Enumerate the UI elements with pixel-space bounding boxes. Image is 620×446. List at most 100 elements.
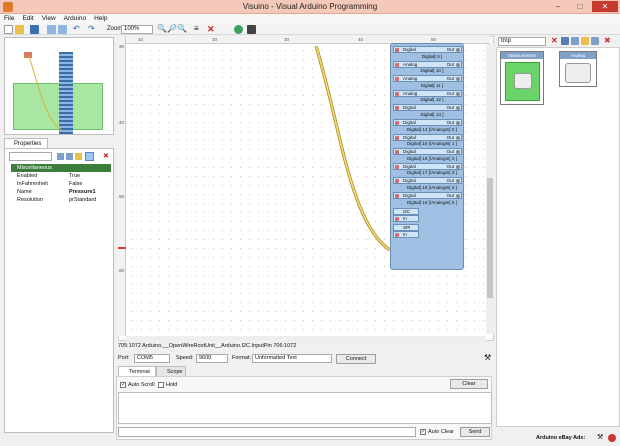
output-pin-icon[interactable]	[456, 106, 460, 111]
output-pin-icon[interactable]	[456, 91, 460, 96]
output-pin-icon[interactable]	[456, 164, 460, 169]
auto-clear-checkbox[interactable]: ✓	[420, 429, 426, 435]
input-pin-icon[interactable]	[395, 121, 399, 125]
undo-icon[interactable]: ↶	[73, 25, 82, 34]
sort-icon[interactable]	[75, 153, 82, 160]
arduino-component[interactable]: Digital Out Digital[ 9 ] Analog Out Digital[ …	[390, 43, 464, 270]
new-file-icon[interactable]	[4, 25, 13, 34]
open-folder-icon[interactable]	[15, 25, 24, 34]
input-pin-icon[interactable]	[395, 232, 399, 237]
digital-pin-row[interactable]: Digital Out	[393, 104, 462, 112]
properties-search[interactable]	[9, 152, 52, 161]
output-pin-icon[interactable]	[456, 77, 460, 82]
collapse-icon[interactable]	[66, 153, 73, 160]
zoom-select[interactable]: 100%	[121, 25, 153, 34]
pin-panel-icon[interactable]: ✖	[604, 37, 612, 45]
ads-tools-icon[interactable]: ⚒	[597, 434, 605, 442]
minimize-button[interactable]: –	[548, 1, 568, 12]
menu-help[interactable]: Help	[90, 14, 111, 22]
output-pin-icon[interactable]	[456, 194, 460, 198]
digital-pin-row[interactable]: Digital Out	[393, 177, 462, 185]
digital-pin-row[interactable]: Digital Out	[393, 46, 462, 53]
format-select[interactable]: Unformatted Text	[252, 354, 332, 363]
menu-file[interactable]: File	[0, 14, 18, 22]
zoom-in-icon[interactable]: 🔍	[157, 25, 167, 34]
input-pin-icon[interactable]	[395, 164, 399, 169]
component-slot[interactable]	[505, 62, 540, 101]
terminal-input[interactable]	[118, 427, 416, 437]
thermometer-component-icon[interactable]	[514, 73, 532, 89]
property-value[interactable]: prStandard	[69, 196, 96, 204]
component-search-input[interactable]: tmp	[498, 37, 546, 46]
zoom-out-icon[interactable]: 🔎	[167, 25, 177, 34]
output-pin-icon[interactable]	[456, 62, 460, 67]
speed-select[interactable]: 9600	[196, 354, 228, 363]
navigator-preview[interactable]	[4, 37, 114, 135]
output-pin-icon[interactable]	[456, 150, 460, 155]
input-pin-icon[interactable]	[395, 106, 399, 111]
tab-terminal[interactable]: Terminal	[118, 366, 156, 376]
output-pin-icon[interactable]	[456, 121, 460, 125]
i2c-pin[interactable]: I2C	[393, 207, 419, 215]
auto-scroll-checkbox[interactable]: ✓	[120, 382, 126, 388]
expand-all-icon[interactable]	[571, 37, 579, 45]
input-pin-icon[interactable]	[395, 194, 399, 198]
collapse-all-icon[interactable]	[591, 37, 599, 45]
layout-icon[interactable]	[47, 25, 56, 34]
layout-grid-icon[interactable]	[58, 25, 67, 34]
property-row-enabled[interactable]: Enabled True	[11, 172, 111, 180]
input-pin-icon[interactable]	[395, 91, 399, 96]
output-pin-icon[interactable]	[456, 179, 460, 184]
property-row-resolution[interactable]: Resolution prStandard	[11, 196, 111, 204]
expand-icon[interactable]	[57, 153, 64, 160]
digital-pin-row[interactable]: Digital Out	[393, 148, 462, 156]
input-pin-icon[interactable]	[395, 77, 399, 82]
compile-icon[interactable]	[234, 25, 243, 34]
connect-button[interactable]: Connect	[336, 354, 376, 364]
property-category[interactable]: Miscellaneous	[11, 164, 111, 172]
category-measurement[interactable]: Measurement	[500, 51, 544, 105]
spi-pin[interactable]: SPI	[393, 223, 419, 231]
spi-pin-in[interactable]: In	[393, 230, 419, 238]
input-pin-icon[interactable]	[395, 62, 399, 67]
save-icon[interactable]	[30, 25, 39, 34]
properties-tab[interactable]: Properties	[4, 138, 48, 148]
input-pin-icon[interactable]	[395, 216, 399, 221]
property-row-infahrenheit[interactable]: InFahrenheit False	[11, 180, 111, 188]
digital-pin-row[interactable]: Digital Out	[393, 162, 462, 170]
i2c-pin-in[interactable]: In	[393, 214, 419, 222]
property-row-name[interactable]: Name Pressure1	[11, 188, 111, 196]
maximize-button[interactable]: □	[570, 1, 590, 12]
horizontal-scrollbar[interactable]	[126, 336, 486, 341]
folder-icon[interactable]	[581, 37, 589, 45]
delete-icon[interactable]: ✕	[207, 25, 216, 34]
close-button[interactable]: ✕	[592, 1, 618, 12]
hold-checkbox[interactable]	[158, 382, 164, 388]
board-icon[interactable]	[247, 25, 256, 34]
terminal-output[interactable]	[118, 392, 492, 424]
property-value[interactable]: Pressure1	[69, 188, 96, 196]
filter-icon[interactable]	[561, 37, 569, 45]
digital-pin-row[interactable]: Analog Out	[393, 75, 462, 83]
send-button[interactable]: Send	[460, 427, 490, 437]
digital-pin-row[interactable]: Analog Out	[393, 89, 462, 97]
port-select[interactable]: COM5	[134, 354, 170, 363]
digital-pin-row[interactable]: Digital Out	[393, 192, 462, 199]
tab-scope[interactable]: Scope	[156, 366, 186, 376]
digital-pin-row[interactable]: Analog Out	[393, 60, 462, 68]
input-pin-icon[interactable]	[395, 179, 399, 184]
category-analog[interactable]: Analog	[559, 51, 597, 87]
pin-icon[interactable]: ✖	[103, 153, 110, 160]
clear-button[interactable]: Clear	[450, 379, 488, 389]
zoom-fit-icon[interactable]: 🔍	[177, 25, 187, 34]
align-icon[interactable]: ≡	[194, 25, 203, 34]
vertical-scroll-thumb[interactable]	[487, 178, 493, 298]
digital-pin-row[interactable]: Digital Out	[393, 119, 462, 126]
input-pin-icon[interactable]	[395, 48, 399, 52]
menu-view[interactable]: View	[38, 14, 60, 22]
analog-component-icon[interactable]	[565, 63, 591, 83]
property-value[interactable]: True	[69, 172, 80, 180]
menu-arduino[interactable]: Arduino	[60, 14, 90, 22]
input-pin-icon[interactable]	[395, 135, 399, 140]
digital-pin-row[interactable]: Digital Out	[393, 133, 462, 141]
